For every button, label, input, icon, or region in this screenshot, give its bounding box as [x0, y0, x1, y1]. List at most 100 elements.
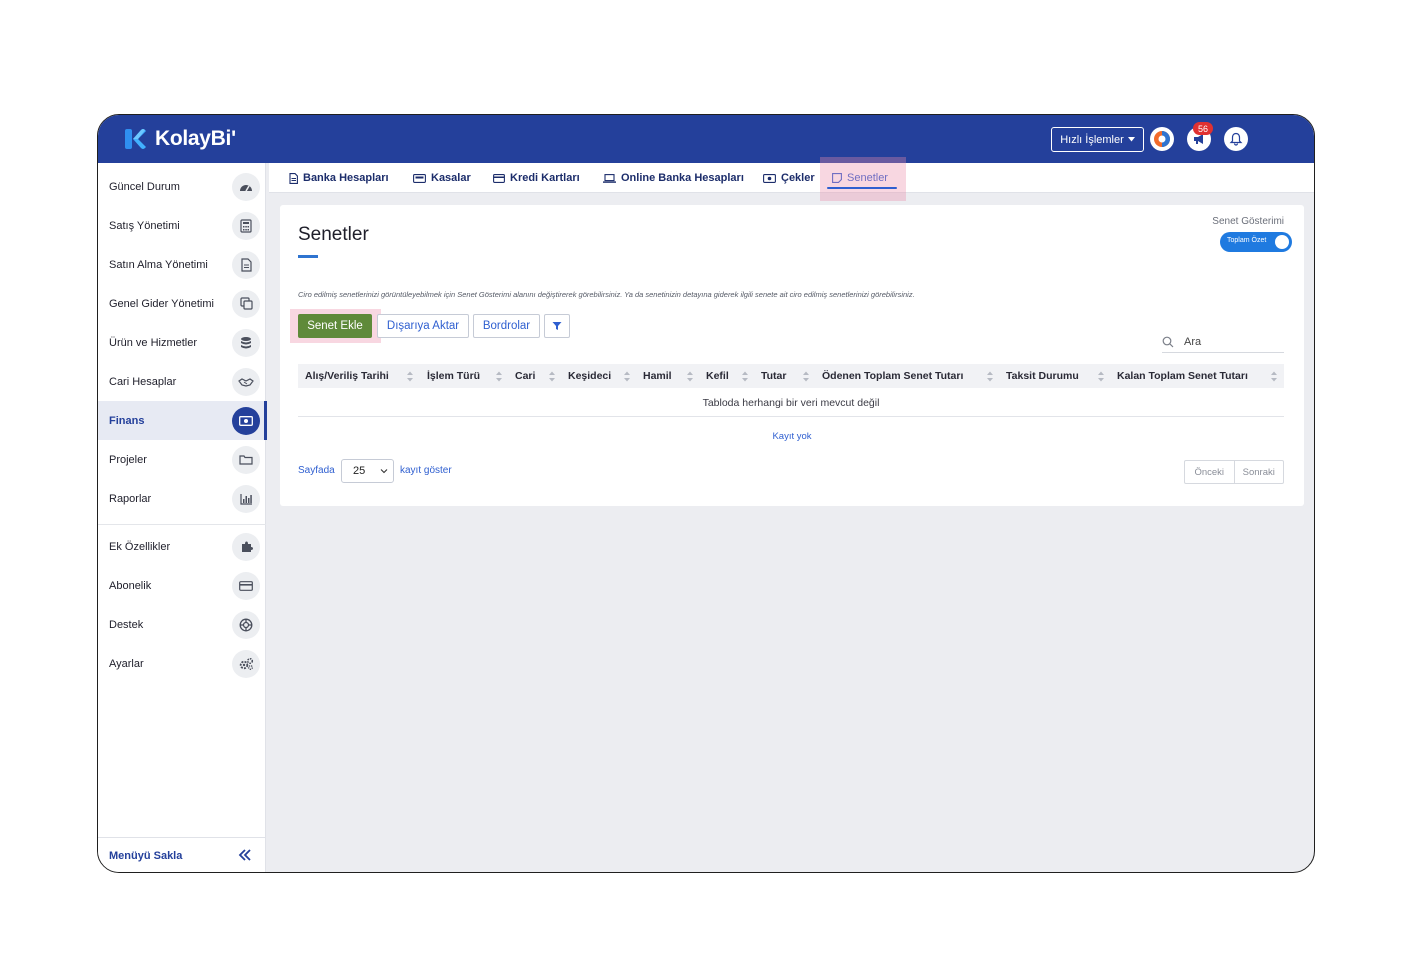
sort-icon: [496, 371, 502, 382]
search-box: [1162, 331, 1284, 353]
table-header: Alış/Veriliş Tarihi İşlem Türü Cari Keşi…: [298, 364, 1284, 388]
view-mode-toggle[interactable]: Toplam Özet: [1220, 232, 1292, 252]
notifications-button[interactable]: [1224, 127, 1248, 151]
tab-label: Senetler: [847, 172, 888, 184]
kolaybi-logo-icon: [124, 127, 148, 151]
sidebar-item-urun-ve-hizmetler[interactable]: Ürün ve Hizmetler: [98, 323, 266, 362]
cash-register-icon: [413, 173, 426, 183]
bordrolar-button[interactable]: Bordrolar: [473, 314, 540, 338]
sort-icon: [987, 371, 993, 382]
sidebar-item-label: Destek: [109, 618, 144, 631]
per-page-select[interactable]: 25: [341, 459, 394, 483]
credit-card-icon: [232, 571, 260, 600]
column-header-alis-verilis-tarihi[interactable]: Alış/Veriliş Tarihi: [305, 364, 389, 388]
sidebar-item-label: Finans: [109, 414, 145, 427]
no-record-text: Kayıt yok: [772, 431, 812, 442]
sort-icon: [1098, 371, 1104, 382]
per-page-value: 25: [353, 465, 366, 477]
filter-button[interactable]: [544, 314, 570, 338]
logo[interactable]: KolayBi': [124, 126, 236, 152]
database-icon: [232, 328, 260, 357]
sort-icon: [407, 371, 413, 382]
tab-online-banka-hesaplari[interactable]: Online Banka Hesapları: [603, 163, 744, 193]
tab-label: Online Banka Hesapları: [621, 172, 744, 184]
sort-icon: [624, 371, 630, 382]
note-icon: [832, 173, 842, 183]
column-header-kesideci[interactable]: Keşideci: [568, 364, 611, 388]
pagination: Önceki Sonraki: [1184, 460, 1284, 484]
copy-icon: [232, 289, 260, 318]
column-header-cari[interactable]: Cari: [515, 364, 535, 388]
sort-icon: [549, 371, 555, 382]
previous-page-button[interactable]: Önceki: [1185, 461, 1235, 483]
column-header-islem-turu[interactable]: İşlem Türü: [427, 364, 480, 388]
add-senet-button[interactable]: Senet Ekle: [298, 314, 372, 338]
sidebar-item-abonelik[interactable]: Abonelik: [98, 566, 266, 605]
app-switcher-button[interactable]: [1150, 127, 1174, 151]
sidebar-item-guncel-durum[interactable]: Güncel Durum: [98, 167, 266, 206]
toggle-label: Toplam Özet: [1227, 237, 1267, 244]
dashboard-icon: [232, 172, 260, 201]
hide-menu-label: Menüyü Sakla: [109, 850, 183, 862]
toggle-knob: [1275, 235, 1289, 249]
column-label: Tutar: [761, 370, 787, 382]
money-icon: [763, 173, 776, 183]
quick-actions-button[interactable]: Hızlı İşlemler: [1051, 127, 1144, 152]
tab-cekler[interactable]: Çekler: [763, 163, 815, 193]
search-icon: [1162, 336, 1174, 347]
column-header-tutar[interactable]: Tutar: [761, 364, 786, 388]
sort-icon: [687, 371, 693, 382]
tab-label: Kasalar: [431, 172, 471, 184]
sidebar-item-projeler[interactable]: Projeler: [98, 440, 266, 479]
column-label: Kalan Toplam Senet Tutarı: [1117, 370, 1248, 382]
lifebuoy-icon: [232, 610, 260, 639]
column-label: İşlem Türü: [427, 370, 481, 382]
per-page-suffix: kayıt göster: [400, 465, 452, 476]
sidebar-item-satin-alma-yonetimi[interactable]: Satın Alma Yönetimi: [98, 245, 266, 284]
sidebar-item-ayarlar[interactable]: Ayarlar: [98, 644, 266, 683]
double-chevron-left-icon: [238, 849, 251, 861]
tab-kasalar[interactable]: Kasalar: [413, 163, 471, 193]
column-header-hamil[interactable]: Hamil: [643, 364, 672, 388]
sidebar-item-label: Raporlar: [109, 492, 152, 505]
sidebar-item-destek[interactable]: Destek: [98, 605, 266, 644]
sidebar-item-label: Projeler: [109, 453, 147, 466]
export-button[interactable]: Dışarıya Aktar: [377, 314, 469, 338]
sidebar-item-raporlar[interactable]: Raporlar: [98, 479, 266, 518]
column-header-odenen-toplam-senet-tutari[interactable]: Ödenen Toplam Senet Tutarı: [822, 364, 963, 388]
search-input[interactable]: [1184, 335, 1274, 348]
app-window: KolayBi' Hızlı İşlemler 56 Güncel Durum …: [97, 114, 1315, 873]
sidebar-item-satis-yonetimi[interactable]: Satış Yönetimi: [98, 206, 266, 245]
column-header-kefil[interactable]: Kefil: [706, 364, 729, 388]
tab-kredi-kartlari[interactable]: Kredi Kartları: [493, 163, 580, 193]
sort-icon: [803, 371, 809, 382]
sidebar: Güncel Durum Satış Yönetimi Satın Alma Y…: [98, 163, 267, 872]
column-label: Cari: [515, 370, 536, 382]
sidebar-item-genel-gider-yonetimi[interactable]: Genel Gider Yönetimi: [98, 284, 266, 323]
gears-icon: [232, 649, 260, 678]
sidebar-item-finans[interactable]: Finans: [98, 401, 267, 440]
column-label: Keşideci: [568, 370, 612, 382]
filter-icon: [552, 322, 562, 330]
column-label: Hamil: [643, 370, 672, 382]
tab-label: Banka Hesapları: [303, 172, 389, 184]
table-empty-row: Tabloda herhangi bir veri mevcut değil: [298, 390, 1284, 417]
laptop-icon: [603, 173, 616, 183]
sidebar-item-cari-hesaplar[interactable]: Cari Hesaplar: [98, 362, 266, 401]
document-icon: [289, 172, 298, 184]
finance-tabs: Banka Hesapları Kasalar Kredi Kartları O…: [269, 163, 1314, 193]
column-label: Taksit Durumu: [1006, 370, 1079, 382]
column-header-taksit-durumu[interactable]: Taksit Durumu: [1006, 364, 1079, 388]
sidebar-item-ek-ozellikler[interactable]: Ek Özellikler: [98, 527, 266, 566]
next-page-button[interactable]: Sonraki: [1235, 461, 1284, 483]
sort-icon: [1271, 371, 1277, 382]
document-icon: [232, 250, 260, 279]
sidebar-item-label: Satış Yönetimi: [109, 219, 180, 232]
column-header-kalan-toplam-senet-tutari[interactable]: Kalan Toplam Senet Tutarı: [1117, 364, 1248, 388]
hide-menu-button[interactable]: Menüyü Sakla: [98, 837, 266, 872]
tab-banka-hesaplari[interactable]: Banka Hesapları: [289, 163, 389, 193]
view-mode-label: Senet Gösterimi: [1212, 216, 1284, 227]
calculator-icon: [232, 211, 260, 240]
top-bar: KolayBi' Hızlı İşlemler 56: [98, 115, 1314, 163]
sidebar-item-label: Güncel Durum: [109, 180, 180, 193]
